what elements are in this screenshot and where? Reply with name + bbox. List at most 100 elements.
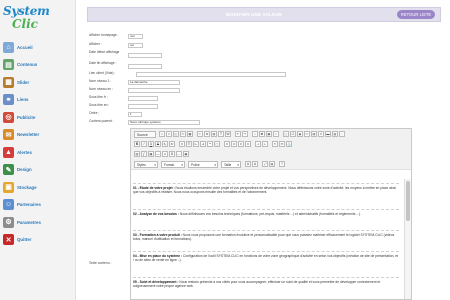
sidebar-item-parametres[interactable]: ⚙ Parametres <box>3 215 73 229</box>
sidebar-item-label: Publicite <box>17 114 36 120</box>
input-nom-niveau1[interactable]: La démarche <box>128 80 180 85</box>
horizontal-rule-icon[interactable]: ― <box>155 151 161 157</box>
rtl-icon[interactable]: ⇠ <box>262 141 268 147</box>
hidden-field-icon[interactable]: ◌ <box>339 131 345 137</box>
underline-icon[interactable]: U <box>148 141 154 147</box>
about-icon[interactable]: ? <box>279 161 285 167</box>
div-container-icon[interactable]: ▢ <box>214 141 220 147</box>
unlink-icon[interactable]: ⚮ <box>279 141 285 147</box>
paste-icon[interactable]: ▤ <box>211 131 217 137</box>
input-ordre[interactable]: 1 <box>128 112 142 117</box>
redo-icon[interactable]: ↷ <box>242 131 248 137</box>
button-field-icon[interactable]: ▬ <box>325 131 331 137</box>
paste-text-icon[interactable]: T <box>218 131 224 137</box>
font-select[interactable]: Police <box>188 160 218 168</box>
select-contenu-parent[interactable]: Sous-rubrique système <box>128 120 200 125</box>
select-afficher-homepage[interactable]: non <box>128 34 143 39</box>
sidebar-item-label: Partenaires <box>17 202 41 207</box>
subscript-icon[interactable]: x₂ <box>162 141 168 147</box>
bg-color-icon[interactable]: A <box>252 161 258 167</box>
sidebar-item-partenaires[interactable]: ☺ Partenaires <box>3 198 73 212</box>
spellcheck-icon[interactable]: ✓ <box>273 131 279 137</box>
indent-icon[interactable]: ⇥ <box>200 141 206 147</box>
sidebar-item-label: Newsletter <box>17 132 40 137</box>
format-select[interactable]: Format <box>161 160 185 168</box>
source-button[interactable]: Source <box>134 130 156 138</box>
smiley-icon[interactable]: ☺ <box>162 151 168 157</box>
save-icon[interactable]: ▪ <box>159 131 165 137</box>
bullet-list-icon[interactable]: ☰ <box>186 141 192 147</box>
sidebar-item-stockage[interactable]: ▣ Stockage <box>3 180 73 194</box>
sidebar-item-quitter[interactable]: ✕ Quitter <box>3 233 73 247</box>
text-color-icon[interactable]: A <box>245 161 251 167</box>
sidebar-item-alertes[interactable]: ▲ Alertes <box>3 145 73 159</box>
checkbox-icon[interactable]: ☑ <box>290 131 296 137</box>
input-lien-client[interactable] <box>136 72 286 77</box>
sidebar-item-newsletter[interactable]: ✉ Newsletter <box>3 128 73 142</box>
sidebar-item-contenus[interactable]: ▤ Contenus <box>3 58 73 72</box>
show-blocks-icon[interactable]: ▤ <box>269 161 275 167</box>
align-justify-icon[interactable]: ≡ <box>245 141 251 147</box>
sidebar-item-liens[interactable]: ⚭ Liens <box>3 93 73 107</box>
sidebar-item-slider[interactable]: ▦ Slider <box>3 75 73 89</box>
input-nom-niveau-en[interactable] <box>128 88 180 93</box>
templates-icon[interactable]: ▦ <box>187 131 193 137</box>
bold-icon[interactable]: B <box>134 141 140 147</box>
special-char-icon[interactable]: Ω <box>169 151 175 157</box>
ltr-icon[interactable]: ⇢ <box>255 141 261 147</box>
table-icon[interactable]: ▦ <box>148 151 154 157</box>
align-left-icon[interactable]: ≡ <box>224 141 230 147</box>
rich-text-editor[interactable]: Source ▪ □ ◫ ▭ ▦ ✂ ⧉ ▤ T W ↶ ↷ ⌕ ⇄ ▣ ✓ ▢… <box>130 128 412 300</box>
print-icon[interactable]: ▭ <box>180 131 186 137</box>
size-select[interactable]: Taille <box>221 160 241 168</box>
superscript-icon[interactable]: x² <box>169 141 175 147</box>
flash-icon[interactable]: ƒ <box>141 151 147 157</box>
textarea-icon[interactable]: ▤ <box>311 131 317 137</box>
outdent-icon[interactable]: ⇤ <box>193 141 199 147</box>
input-date-debut[interactable] <box>128 53 162 58</box>
content-icon: ▤ <box>3 59 14 70</box>
logo[interactable]: System Clic <box>3 4 50 34</box>
italic-icon[interactable]: I <box>141 141 147 147</box>
textfield-icon[interactable]: ▭ <box>304 131 310 137</box>
input-sous-titre-fr[interactable] <box>128 96 158 101</box>
find-icon[interactable]: ⌕ <box>252 131 258 137</box>
align-center-icon[interactable]: ≡ <box>231 141 237 147</box>
iframe-icon[interactable]: ▣ <box>183 151 189 157</box>
styles-select[interactable]: Styles <box>134 160 158 168</box>
input-date-fin[interactable] <box>128 64 162 69</box>
undo-icon[interactable]: ↶ <box>235 131 241 137</box>
select-field-icon[interactable]: ▾ <box>318 131 324 137</box>
maximize-icon[interactable]: ⤢ <box>262 161 268 167</box>
radio-icon[interactable]: ◉ <box>297 131 303 137</box>
page-break-icon[interactable]: ⋯ <box>176 151 182 157</box>
blockquote-icon[interactable]: ❝ <box>207 141 213 147</box>
cut-icon[interactable]: ✂ <box>197 131 203 137</box>
strike-icon[interactable]: S <box>155 141 161 147</box>
editor-scrollbar-thumb[interactable] <box>406 181 410 221</box>
anchor-icon[interactable]: ⚓ <box>286 141 292 147</box>
replace-icon[interactable]: ⇄ <box>259 131 265 137</box>
image-icon[interactable]: ▨ <box>134 151 140 157</box>
sidebar-item-label: Alertes <box>17 149 32 155</box>
align-right-icon[interactable]: ≡ <box>238 141 244 147</box>
sidebar-item-accueil[interactable]: ⌂ Accueil <box>3 40 73 54</box>
input-sous-titre-en[interactable] <box>128 104 158 109</box>
link-icon[interactable]: ⚭ <box>272 141 278 147</box>
sidebar-item-design[interactable]: ✎ Design <box>3 163 73 177</box>
design-icon: ✎ <box>3 164 14 175</box>
back-to-list-button[interactable]: RETOUR LISTE <box>397 10 435 19</box>
newsletter-icon: ✉ <box>3 129 14 140</box>
numbered-list-icon[interactable]: ≡ <box>179 141 185 147</box>
editor-content[interactable]: 01 - Etude de votre projet : Nous étudio… <box>133 179 401 299</box>
label-lien-client: Lien client (Vide) : <box>89 71 116 75</box>
form-icon[interactable]: ▢ <box>283 131 289 137</box>
select-all-icon[interactable]: ▣ <box>266 131 272 137</box>
preview-icon[interactable]: ◫ <box>173 131 179 137</box>
image-button-icon[interactable]: ▨ <box>332 131 338 137</box>
sidebar-item-publicite[interactable]: ◎ Publicite <box>3 110 73 124</box>
new-page-icon[interactable]: □ <box>166 131 172 137</box>
copy-icon[interactable]: ⧉ <box>204 131 210 137</box>
paste-word-icon[interactable]: W <box>225 131 231 137</box>
select-afficher[interactable]: oui <box>128 43 143 48</box>
